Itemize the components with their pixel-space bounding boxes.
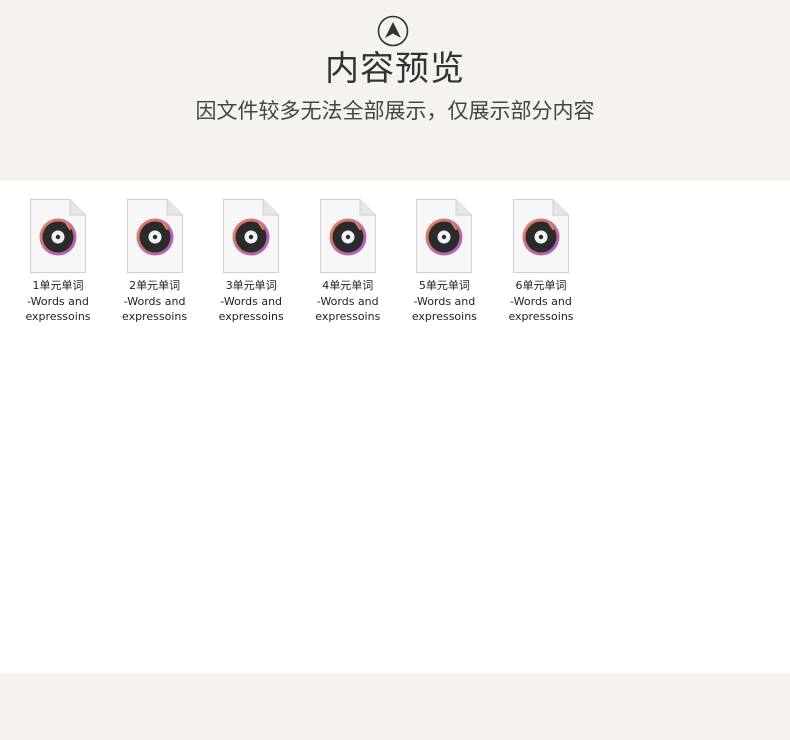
music-disc-icon bbox=[39, 218, 77, 256]
file-name-line3: expressoins bbox=[315, 310, 381, 323]
file-name-line3: expressoins bbox=[218, 310, 284, 323]
file-item[interactable]: 5单元单词 -Words and expressoins bbox=[404, 199, 484, 325]
file-name-line2: -Words and bbox=[27, 294, 89, 308]
file-name-line2: -Words and bbox=[413, 294, 476, 308]
file-icon bbox=[126, 199, 183, 273]
music-disc-icon bbox=[136, 218, 174, 256]
music-disc-icon bbox=[425, 218, 463, 256]
file-name: 2单元单词 -Words and expressoins bbox=[115, 278, 195, 325]
file-name-line1: 1单元单词 bbox=[32, 279, 84, 292]
file-name: 1单元单词 -Words and expressoins bbox=[18, 278, 98, 325]
file-name: 4单元单词 -Words and expressoins bbox=[308, 278, 388, 325]
file-icon bbox=[223, 199, 280, 273]
page-title: 内容预览 bbox=[325, 49, 465, 89]
page-footer bbox=[0, 673, 790, 740]
file-name-line3: expressoins bbox=[411, 310, 477, 323]
file-icon bbox=[319, 199, 376, 273]
file-name-line1: 3单元单词 bbox=[225, 279, 277, 292]
file-name: 6单元单词 -Words and expressoins bbox=[501, 278, 581, 325]
file-name-line2: -Words and bbox=[123, 294, 186, 308]
page-subtitle: 因文件较多无法全部展示，仅展示部分内容 bbox=[195, 99, 595, 123]
file-grid: 1单元单词 -Words and expressoins 2单元单词 -Words an… bbox=[0, 181, 790, 673]
file-item[interactable]: 3单元单词 -Words and expressoins bbox=[211, 199, 291, 325]
file-name-line2: -Words and bbox=[316, 294, 379, 308]
preview-header: 内容预览 因文件较多无法全部展示，仅展示部分内容 bbox=[0, 0, 790, 181]
chevron-up-circle-icon[interactable] bbox=[377, 15, 409, 47]
music-disc-icon bbox=[329, 218, 367, 256]
file-icon bbox=[416, 199, 473, 273]
file-item[interactable]: 6单元单词 -Words and expressoins bbox=[501, 199, 581, 325]
file-name-line3: expressoins bbox=[25, 310, 91, 323]
file-item[interactable]: 4单元单词 -Words and expressoins bbox=[308, 199, 388, 325]
file-name-line1: 5单元单词 bbox=[418, 279, 470, 292]
file-name: 5单元单词 -Words and expressoins bbox=[404, 278, 484, 325]
music-disc-icon bbox=[522, 218, 560, 256]
music-disc-icon bbox=[232, 218, 270, 256]
file-name: 3单元单词 -Words and expressoins bbox=[211, 278, 291, 325]
file-name-line1: 4单元单词 bbox=[322, 279, 374, 292]
file-icon bbox=[513, 199, 569, 273]
file-name-line3: expressoins bbox=[508, 310, 574, 323]
file-name-line2: -Words and bbox=[510, 294, 572, 308]
file-name-line3: expressoins bbox=[122, 310, 188, 323]
file-icon bbox=[30, 199, 86, 273]
file-name-line1: 2单元单词 bbox=[129, 279, 181, 292]
file-name-line2: -Words and bbox=[220, 294, 283, 308]
file-name-line1: 6单元单词 bbox=[515, 279, 567, 292]
file-item[interactable]: 2单元单词 -Words and expressoins bbox=[115, 199, 195, 325]
file-item[interactable]: 1单元单词 -Words and expressoins bbox=[18, 199, 98, 325]
